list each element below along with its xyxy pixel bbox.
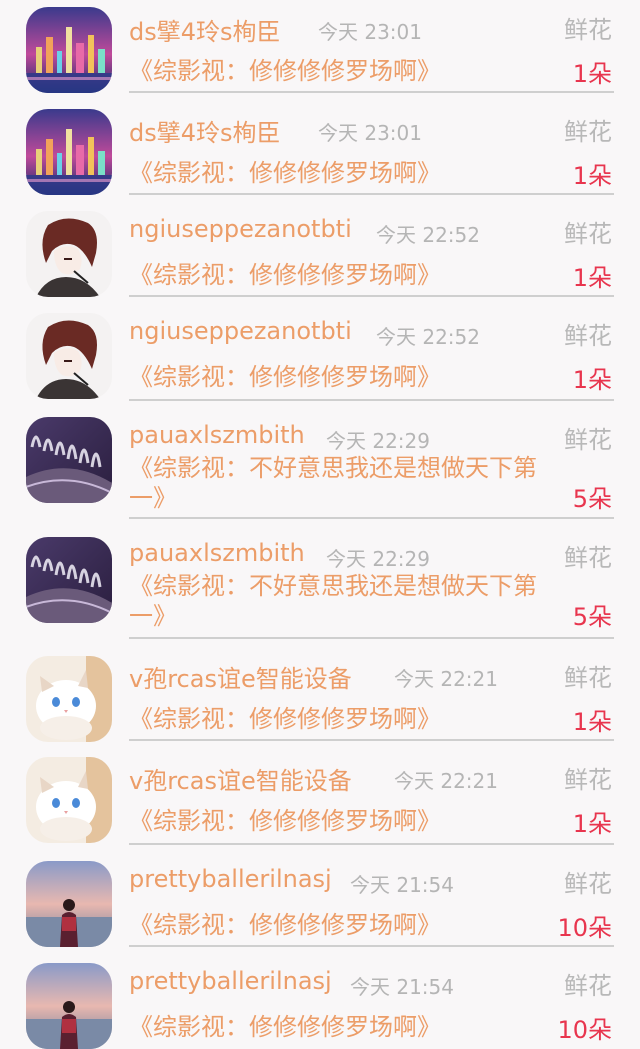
work-title[interactable]: 《综影视：修修修修罗场啊》 — [129, 158, 549, 188]
gift-type: 鲜花 — [564, 870, 612, 898]
user-avatar[interactable] — [26, 757, 112, 843]
gift-type: 鲜花 — [564, 664, 612, 692]
gift-type: 鲜花 — [564, 766, 612, 794]
gift-record-row[interactable]: v孢rcas谊e智能设备 今天 22:21 鲜花 《综影视：修修修修罗场啊》 1… — [0, 639, 640, 742]
gift-count: 1朵 — [572, 162, 612, 190]
user-name[interactable]: ds擘4玲s栒臣 — [129, 113, 281, 148]
gift-record-row[interactable]: prettyballerilnasj 今天 21:54 鲜花 《综影视：修修修修… — [0, 947, 640, 1049]
user-name[interactable]: prettyballerilnasj — [129, 967, 332, 995]
user-avatar[interactable] — [26, 313, 112, 399]
gift-count: 5朵 — [572, 603, 612, 631]
gift-record-row[interactable]: v孢rcas谊e智能设备 今天 22:21 鲜花 《综影视：修修修修罗场啊》 1… — [0, 741, 640, 845]
user-avatar[interactable] — [26, 211, 112, 297]
user-name[interactable]: prettyballerilnasj — [129, 865, 332, 893]
gift-record-row[interactable]: pauaxlszmbith 今天 22:29 鲜花 《综影视：不好意思我还是想做… — [0, 519, 640, 639]
gift-time: 今天 21:54 — [350, 975, 454, 999]
user-name[interactable]: pauaxlszmbith — [129, 421, 305, 449]
gift-time: 今天 22:21 — [394, 769, 498, 793]
gift-time: 今天 22:21 — [394, 667, 498, 691]
gift-type: 鲜花 — [564, 118, 612, 146]
work-title[interactable]: 《综影视：修修修修罗场啊》 — [129, 1012, 549, 1042]
user-avatar[interactable] — [26, 7, 112, 93]
user-avatar[interactable] — [26, 861, 112, 947]
work-title[interactable]: 《综影视：不好意思我还是想做天下第一》 — [129, 571, 549, 631]
user-avatar[interactable] — [26, 537, 112, 623]
gift-type: 鲜花 — [564, 322, 612, 350]
gift-record-list: ds擘4玲s栒臣 今天 23:01 鲜花 《综影视：修修修修罗场啊》 1朵 ds… — [0, 0, 640, 1049]
gift-record-row[interactable]: pauaxlszmbith 今天 22:29 鲜花 《综影视：不好意思我还是想做… — [0, 401, 640, 519]
user-name[interactable]: ngiuseppezanotbti — [129, 215, 352, 243]
gift-record-row[interactable]: prettyballerilnasj 今天 21:54 鲜花 《综影视：修修修修… — [0, 845, 640, 947]
work-title[interactable]: 《综影视：不好意思我还是想做天下第一》 — [129, 453, 549, 513]
gift-count: 10朵 — [557, 914, 612, 942]
gift-record-row[interactable]: ds擘4玲s栒臣 今天 23:01 鲜花 《综影视：修修修修罗场啊》 1朵 — [0, 0, 640, 93]
user-avatar[interactable] — [26, 109, 112, 195]
user-avatar[interactable] — [26, 963, 112, 1049]
user-name[interactable]: pauaxlszmbith — [129, 539, 305, 567]
gift-record-row[interactable]: ngiuseppezanotbti 今天 22:52 鲜花 《综影视：修修修修罗… — [0, 297, 640, 401]
gift-count: 1朵 — [572, 366, 612, 394]
work-title[interactable]: 《综影视：修修修修罗场啊》 — [129, 806, 549, 836]
gift-count: 5朵 — [572, 485, 612, 513]
user-name[interactable]: v孢rcas谊e智能设备 — [129, 659, 352, 694]
user-avatar[interactable] — [26, 656, 112, 742]
user-name[interactable]: ds擘4玲s栒臣 — [129, 12, 281, 47]
gift-type: 鲜花 — [564, 220, 612, 248]
gift-count: 1朵 — [572, 264, 612, 292]
work-title[interactable]: 《综影视：修修修修罗场啊》 — [129, 56, 549, 86]
gift-count: 1朵 — [572, 708, 612, 736]
gift-type: 鲜花 — [564, 544, 612, 572]
gift-count: 1朵 — [572, 60, 612, 88]
gift-time: 今天 21:54 — [350, 873, 454, 897]
user-name[interactable]: v孢rcas谊e智能设备 — [129, 761, 352, 796]
gift-type: 鲜花 — [564, 16, 612, 44]
gift-time: 今天 22:29 — [326, 547, 430, 571]
work-title[interactable]: 《综影视：修修修修罗场啊》 — [129, 704, 549, 734]
gift-time: 今天 23:01 — [318, 20, 422, 44]
gift-time: 今天 22:29 — [326, 429, 430, 453]
gift-time: 今天 23:01 — [318, 121, 422, 145]
gift-count: 1朵 — [572, 810, 612, 838]
work-title[interactable]: 《综影视：修修修修罗场啊》 — [129, 260, 549, 290]
gift-type: 鲜花 — [564, 426, 612, 454]
gift-time: 今天 22:52 — [376, 325, 480, 349]
gift-record-row[interactable]: ngiuseppezanotbti 今天 22:52 鲜花 《综影视：修修修修罗… — [0, 195, 640, 297]
work-title[interactable]: 《综影视：修修修修罗场啊》 — [129, 362, 549, 392]
gift-count: 10朵 — [557, 1016, 612, 1044]
work-title[interactable]: 《综影视：修修修修罗场啊》 — [129, 910, 549, 940]
gift-type: 鲜花 — [564, 972, 612, 1000]
user-avatar[interactable] — [26, 417, 112, 503]
gift-time: 今天 22:52 — [376, 223, 480, 247]
gift-record-row[interactable]: ds擘4玲s栒臣 今天 23:01 鲜花 《综影视：修修修修罗场啊》 1朵 — [0, 93, 640, 195]
user-name[interactable]: ngiuseppezanotbti — [129, 317, 352, 345]
